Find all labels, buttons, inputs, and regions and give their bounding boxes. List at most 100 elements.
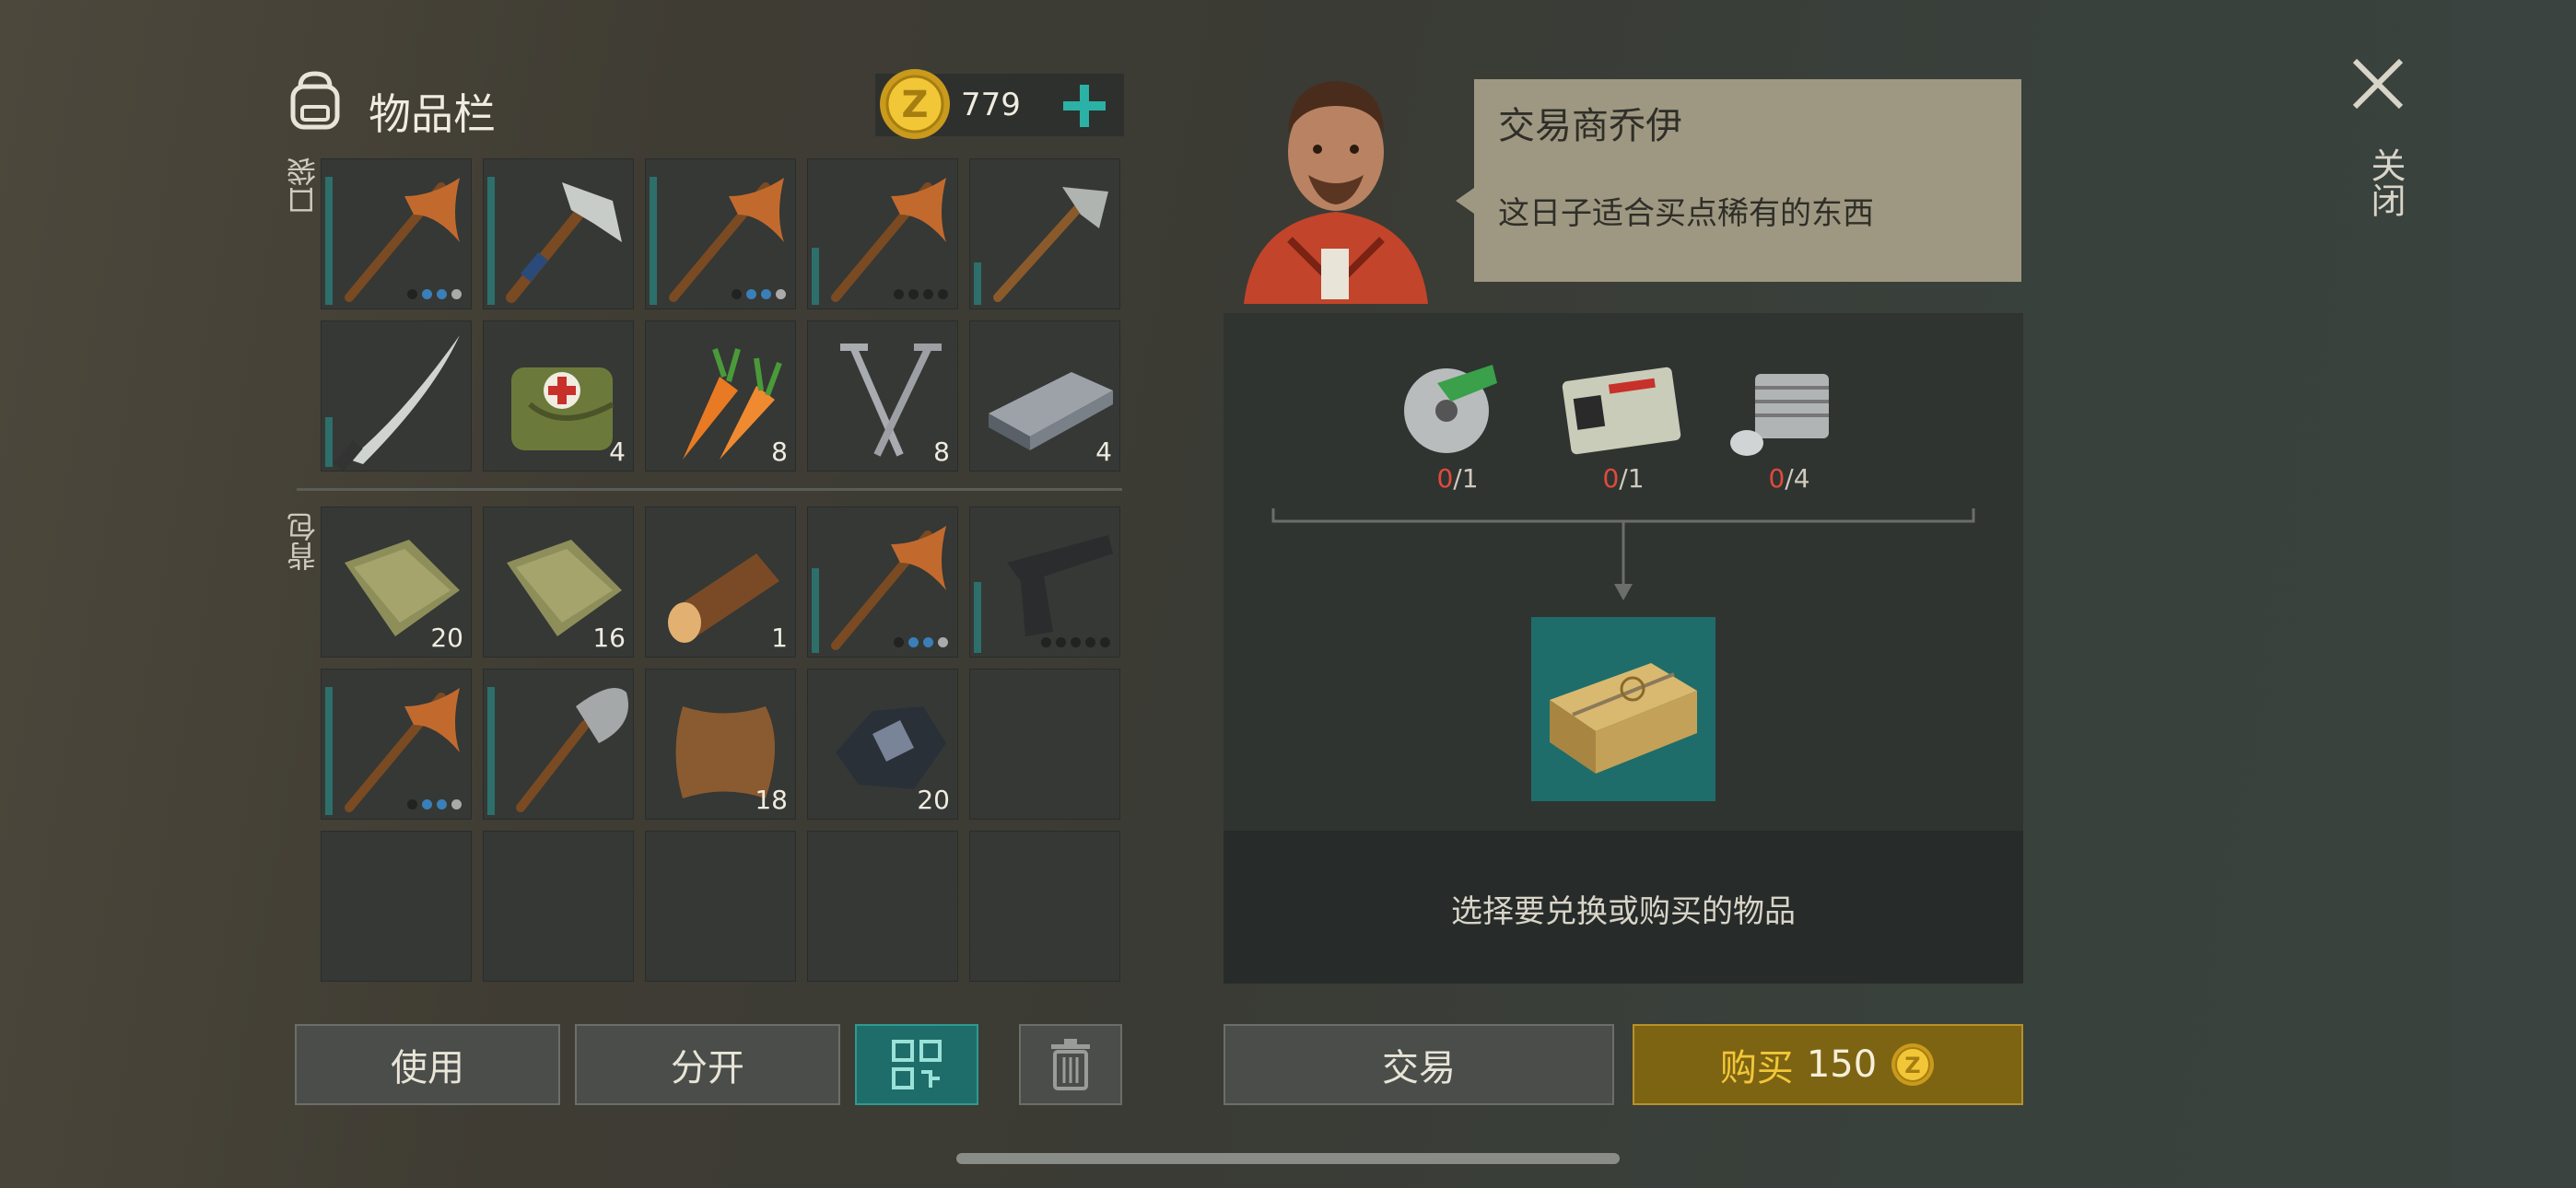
quality-dot — [923, 637, 933, 647]
pocket-label: 口袋 — [286, 157, 321, 215]
quality-dot — [894, 289, 904, 299]
quality-dot — [938, 289, 948, 299]
quality-dot — [746, 289, 756, 299]
buy-label: 购买 — [1719, 1047, 1794, 1089]
pocket-slot[interactable]: 4 — [483, 320, 634, 472]
backpack-slot[interactable]: 18 — [645, 669, 796, 820]
inventory-title: 物品栏 — [369, 89, 496, 139]
close-label: 关闭 — [2365, 147, 2406, 217]
shovel-icon — [516, 688, 628, 812]
quality-dots — [1041, 637, 1110, 647]
backpack-slot[interactable] — [645, 831, 796, 982]
backpack-slot[interactable] — [969, 669, 1120, 820]
trash-icon — [1051, 1039, 1090, 1090]
durability-bar — [974, 582, 981, 653]
backpack-slot[interactable]: 20 — [321, 507, 472, 658]
pocket-slot[interactable] — [969, 158, 1120, 309]
requirement-count: 0/4 — [1714, 463, 1865, 494]
requirement-slot[interactable]: 0/1 — [1548, 346, 1699, 497]
weapon-crate-icon — [1550, 663, 1697, 774]
trade-button[interactable]: 交易 — [1224, 1024, 1614, 1105]
quality-dot — [894, 637, 904, 647]
quality-dot — [422, 289, 432, 299]
backpack-section-label: 背包 — [286, 512, 321, 571]
quality-dot — [938, 637, 948, 647]
item-count: 20 — [917, 785, 950, 815]
quality-dot — [451, 799, 462, 809]
close-icon — [2352, 58, 2404, 110]
machete-icon — [334, 335, 460, 471]
trader-portrait — [1225, 64, 1446, 304]
durability-bar — [974, 262, 981, 305]
quality-dot — [732, 289, 742, 299]
backpack-slot[interactable] — [321, 669, 472, 820]
backpack-slot[interactable]: 16 — [483, 507, 634, 658]
backpack-slot[interactable] — [969, 507, 1120, 658]
requirement-slot[interactable]: 0/4 — [1714, 346, 1865, 497]
quality-dot — [437, 799, 447, 809]
requirement-count: 0/1 — [1548, 463, 1699, 494]
requirement-have: 0 — [1436, 463, 1454, 494]
pickaxe-icon — [345, 688, 460, 812]
quality-dots — [407, 799, 462, 809]
quality-dot — [923, 289, 933, 299]
requirement-have: 0 — [1602, 463, 1620, 494]
pocket-slot[interactable] — [483, 158, 634, 309]
pocket-slot[interactable] — [807, 158, 958, 309]
home-indicator[interactable] — [956, 1153, 1620, 1164]
requirement-count: 0/1 — [1382, 463, 1533, 494]
durability-bar — [487, 177, 495, 305]
quality-dot — [908, 289, 919, 299]
trader-name: 交易商乔伊 — [1498, 105, 1682, 147]
buy-button[interactable]: 购买 150 Z — [1633, 1024, 2023, 1105]
backpack-slot[interactable] — [807, 831, 958, 982]
trader-quote: 这日子适合买点稀有的东西 — [1498, 195, 1874, 232]
grid-view-button[interactable] — [855, 1024, 978, 1105]
buy-price: 150 — [1806, 1043, 1878, 1086]
backpack-slot[interactable] — [807, 507, 958, 658]
backpack-slot[interactable] — [483, 831, 634, 982]
pocket-slot[interactable] — [321, 158, 472, 309]
reward-slot[interactable] — [1531, 617, 1715, 801]
army-id-card-icon — [1562, 367, 1681, 455]
backpack-slot[interactable] — [483, 669, 634, 820]
close-button[interactable]: 关闭 — [2349, 55, 2414, 239]
requirement-slot[interactable]: 0/1 — [1382, 346, 1533, 497]
grid-icon — [892, 1040, 942, 1089]
delete-button[interactable] — [1019, 1024, 1122, 1105]
quality-dots — [407, 289, 462, 299]
quality-dot — [422, 799, 432, 809]
use-button[interactable]: 使用 — [295, 1024, 560, 1105]
quality-dot — [1100, 637, 1110, 647]
backpack-slot[interactable] — [969, 831, 1120, 982]
coin-amount: 779 — [961, 87, 1021, 123]
requirement-have: 0 — [1768, 463, 1786, 494]
quality-dots — [894, 637, 948, 647]
section-divider — [297, 488, 1122, 491]
pocket-slot[interactable]: 8 — [807, 320, 958, 472]
trade-hint: 选择要兑换或购买的物品 — [1451, 893, 1796, 930]
backpack-slot[interactable] — [321, 831, 472, 982]
engine-cylinder-icon — [1730, 374, 1829, 456]
requirements-connector — [1271, 508, 1975, 600]
plus-icon — [1063, 85, 1106, 127]
pocket-slot[interactable]: 8 — [645, 320, 796, 472]
small-pickaxe-icon — [993, 187, 1108, 302]
pocket-slot[interactable] — [645, 158, 796, 309]
pocket-slot[interactable]: 4 — [969, 320, 1120, 472]
backpack-slot[interactable]: 20 — [807, 669, 958, 820]
add-coins-button[interactable] — [1060, 81, 1109, 131]
item-count: 20 — [430, 623, 463, 653]
requirement-need: /1 — [1453, 463, 1479, 494]
pocket-slot[interactable] — [321, 320, 472, 472]
pickaxe-icon — [669, 178, 784, 302]
backpack-slot[interactable]: 1 — [645, 507, 796, 658]
quality-dots — [732, 289, 786, 299]
durability-bar — [325, 177, 333, 305]
coin-icon: Z — [877, 66, 953, 142]
durability-bar — [487, 687, 495, 815]
split-button[interactable]: 分开 — [575, 1024, 840, 1105]
quality-dot — [1056, 637, 1066, 647]
requirement-need: /1 — [1619, 463, 1645, 494]
requirement-need: /4 — [1785, 463, 1810, 494]
